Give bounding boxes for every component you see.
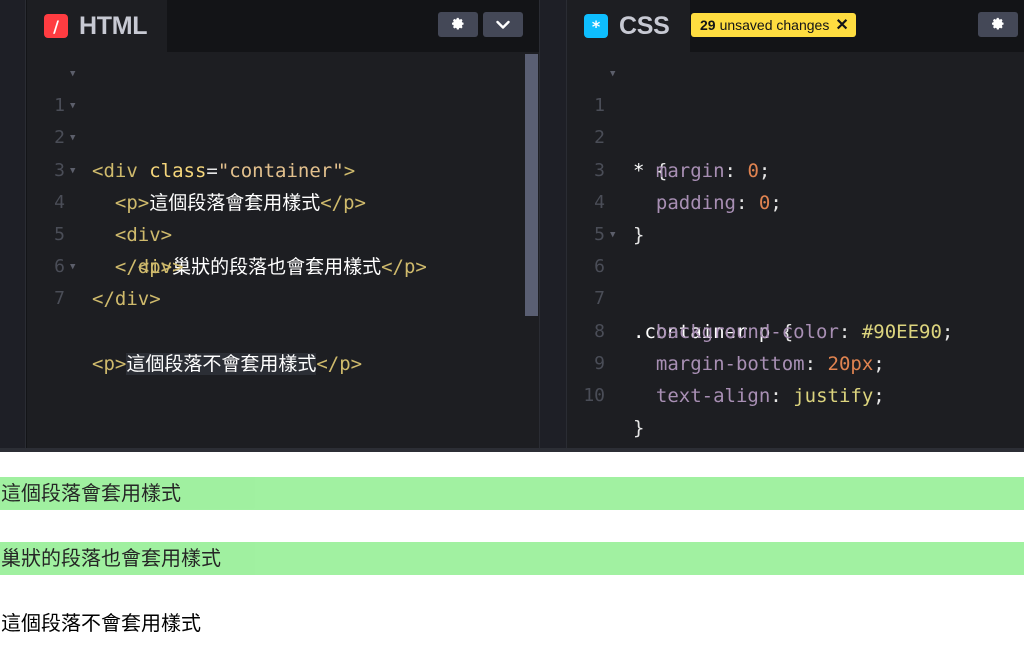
preview-paragraph-2: 巢狀的段落也會套用樣式 bbox=[0, 542, 1024, 575]
gear-icon bbox=[991, 17, 1004, 30]
line-number: 7 bbox=[54, 288, 65, 310]
code-line: 6 ▼ .container p { bbox=[567, 219, 1024, 343]
code-token: : bbox=[770, 384, 782, 407]
fold-arrow-icon[interactable]: ▼ bbox=[70, 90, 75, 122]
fold-arrow-icon[interactable]: ▼ bbox=[610, 58, 615, 90]
code-line: 4 } bbox=[567, 155, 1024, 246]
code-line: 2 margin: 0; bbox=[567, 90, 1024, 181]
fold-arrow-icon[interactable]: ▼ bbox=[70, 155, 75, 187]
code-line: 4 ▼ <p>巢狀的段落也會套用樣式</p> bbox=[27, 155, 539, 279]
panel-resize-divider[interactable] bbox=[539, 0, 567, 452]
fold-arrow-icon[interactable]: ▼ bbox=[610, 219, 615, 251]
html-panel-header: / HTML bbox=[27, 0, 539, 52]
code-line: 1 ▼ <div class="container"> bbox=[27, 58, 539, 182]
code-line: 8 margin-bottom: 20px; bbox=[567, 283, 1024, 375]
css-settings-button[interactable] bbox=[978, 12, 1018, 37]
unsaved-label: unsaved changes bbox=[719, 17, 830, 33]
code-line: 1 ▼ * { bbox=[567, 58, 1024, 182]
preview-paragraph-1: 這個段落會套用樣式 bbox=[0, 477, 1024, 510]
html-settings-button[interactable] bbox=[438, 12, 478, 37]
fold-arrow-icon[interactable]: ▼ bbox=[70, 58, 75, 90]
html-panel-tab: / HTML bbox=[27, 0, 168, 52]
code-line: 6 </div> bbox=[27, 219, 539, 310]
html-code-editor[interactable]: 1 ▼ <div class="container"> 2 ▼ <p>這個段落會… bbox=[27, 58, 539, 375]
editor-area: / HTML 1 ▼ <div class="container"> 2 ▼ <… bbox=[0, 0, 1024, 452]
css-logo-icon: * bbox=[584, 14, 608, 38]
code-line: 5 bbox=[567, 187, 1024, 245]
code-token: justify bbox=[793, 384, 874, 407]
code-token: 這個段落不會套用樣式 bbox=[126, 352, 317, 375]
line-number: 10 bbox=[583, 384, 605, 406]
code-line: 9 text-align: justify; bbox=[567, 316, 1024, 407]
html-collapse-button[interactable] bbox=[483, 12, 523, 37]
close-icon[interactable]: ✕ bbox=[835, 15, 848, 35]
css-panel-title: CSS bbox=[619, 11, 670, 40]
css-panel-tab: * CSS bbox=[567, 0, 690, 52]
code-token: <p> bbox=[92, 352, 127, 375]
code-line: 7 background-color: #90EE90; bbox=[567, 251, 1024, 342]
gear-icon bbox=[451, 17, 464, 30]
code-line: 2 ▼ <p>這個段落會套用樣式</p> bbox=[27, 90, 539, 214]
code-line: 3 padding: 0; bbox=[567, 122, 1024, 214]
preview-paragraph-3: 這個段落不會套用樣式 bbox=[1, 611, 201, 635]
code-token: } bbox=[633, 417, 645, 440]
html-editor-scrollbar[interactable] bbox=[525, 54, 538, 316]
code-line: 5 </div> bbox=[27, 187, 539, 278]
html-logo-icon: / bbox=[44, 14, 68, 38]
html-editor-panel: / HTML 1 ▼ <div class="container"> 2 ▼ <… bbox=[27, 0, 539, 448]
chevron-down-icon bbox=[496, 20, 510, 29]
code-token: </p> bbox=[316, 352, 363, 375]
code-line: 7 ▼ <p>這個段落不會套用樣式</p> bbox=[27, 251, 539, 375]
html-panel-title: HTML bbox=[79, 11, 148, 40]
result-preview: 這個段落會套用樣式 巢狀的段落也會套用樣式 這個段落不會套用樣式 bbox=[0, 452, 1024, 648]
code-token: ; bbox=[873, 384, 885, 407]
code-line: 3 ▼ <div> bbox=[27, 122, 539, 246]
unsaved-changes-badge[interactable]: 29 unsaved changes ✕ bbox=[691, 13, 856, 37]
css-editor-panel: * CSS 29 unsaved changes ✕ 1 ▼ * { 2 mar… bbox=[567, 0, 1024, 448]
fold-arrow-icon[interactable]: ▼ bbox=[70, 122, 75, 154]
css-panel-header: * CSS 29 unsaved changes ✕ bbox=[567, 0, 1024, 52]
fold-arrow-icon[interactable]: ▼ bbox=[70, 251, 75, 283]
css-code-editor[interactable]: 1 ▼ * { 2 margin: 0; 3 padding: 0; 4 } 5… bbox=[567, 58, 1024, 439]
code-token: text-align bbox=[655, 384, 771, 407]
code-line: 10 } bbox=[567, 348, 1024, 439]
unsaved-count: 29 bbox=[700, 17, 716, 33]
left-resize-strip[interactable] bbox=[0, 0, 26, 452]
